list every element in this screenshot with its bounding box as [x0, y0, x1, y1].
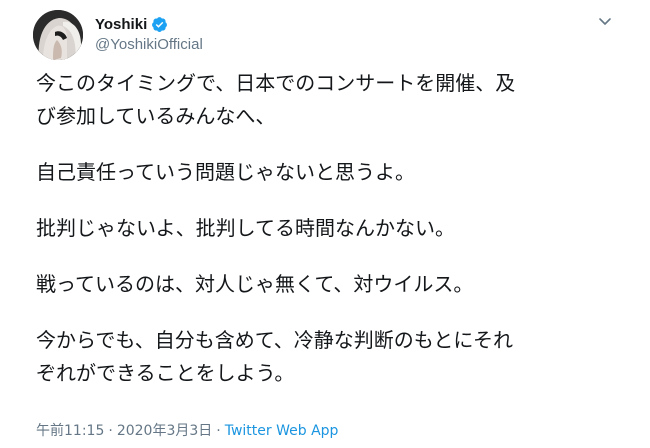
meta-separator: ·	[108, 423, 113, 439]
tweet-card: Yoshiki @YoshikiOfficial 今このタイミングで、日本でのコ…	[0, 0, 650, 448]
meta-separator: ·	[216, 423, 221, 439]
tweet-paragraph: 今からでも、自分も含めて、冷静な判断のもとにそれ ぞれができることをしよう。	[36, 324, 626, 390]
tweet-time[interactable]: 午前11:15	[36, 423, 104, 439]
tweet-paragraph: 戦っているのは、対人じゃ無くて、対ウイルス。	[36, 268, 626, 301]
tweet-paragraph: 批判じゃないよ、批判してる時間なんかない。	[36, 212, 626, 245]
avatar-photo	[33, 10, 83, 60]
tweet-date[interactable]: 2020年3月3日	[117, 423, 212, 439]
tweet-line: ぞれができることをしよう。	[36, 361, 295, 385]
user-handle[interactable]: @YoshikiOfficial	[95, 36, 203, 53]
tweet-line: 批判じゃないよ、批判してる時間なんかない。	[36, 216, 455, 240]
display-name[interactable]: Yoshiki	[95, 16, 147, 33]
tweet-line: 今からでも、自分も含めて、冷静な判断のもとにそれ	[36, 328, 513, 352]
tweet-source-link[interactable]: Twitter Web App	[225, 423, 339, 439]
tweet-line: 今このタイミングで、日本でのコンサートを開催、及	[36, 71, 516, 95]
tweet-meta: 午前11:15 · 2020年3月3日 · Twitter Web App	[36, 420, 338, 440]
tweet-line: 自己責任っていう問題じゃないと思うよ。	[36, 160, 415, 184]
verified-badge-icon	[151, 16, 168, 33]
tweet-line: び参加しているみんなへ、	[36, 104, 276, 128]
avatar[interactable]	[33, 10, 83, 60]
tweet-paragraph: 今このタイミングで、日本でのコンサートを開催、及 び参加しているみんなへ、	[36, 67, 626, 133]
user-info: Yoshiki @YoshikiOfficial	[95, 14, 203, 54]
tweet-text: 今このタイミングで、日本でのコンサートを開催、及 び参加しているみんなへ、 自己…	[36, 67, 626, 390]
chevron-down-icon[interactable]	[596, 12, 614, 30]
tweet-paragraph: 自己責任っていう問題じゃないと思うよ。	[36, 156, 626, 189]
tweet-line: 戦っているのは、対人じゃ無くて、対ウイルス。	[36, 272, 474, 296]
